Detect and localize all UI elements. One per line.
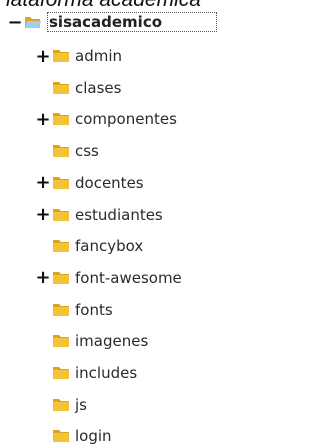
folder-icon [53, 113, 69, 126]
folder-icon [53, 208, 69, 221]
tree-node-label: componentes [75, 110, 177, 129]
folder-icon [53, 271, 69, 284]
tree-node-label: sisacademico [47, 12, 218, 32]
folder-icon [53, 398, 69, 411]
folder-icon [53, 430, 69, 443]
tree-node-estudiantes[interactable]: + estudiantes [35, 204, 163, 226]
tree-node-docentes[interactable]: + docentes [35, 172, 144, 194]
folder-icon [53, 335, 69, 348]
expand-toggle[interactable]: + [35, 267, 50, 289]
tree-node-admin[interactable]: + admin [35, 45, 122, 67]
toggle-spacer [36, 362, 50, 384]
folder-tree: − sisacademico + admin clases + componentes c… [0, 0, 280, 446]
tree-node-label: font-awesome [75, 268, 182, 287]
tree-node-label: docentes [75, 173, 144, 192]
folder-icon [53, 81, 69, 94]
toggle-spacer [36, 235, 50, 257]
folder-icon [53, 145, 69, 158]
tree-node-label: imagenes [75, 332, 149, 351]
toggle-spacer [36, 299, 50, 321]
folder-icon [53, 50, 69, 62]
tree-node-js[interactable]: js [36, 394, 87, 416]
tree-node-login[interactable]: login [36, 425, 112, 447]
toggle-spacer [36, 140, 50, 162]
toggle-spacer [36, 425, 50, 447]
toggle-spacer [36, 77, 50, 99]
expand-toggle[interactable]: + [35, 204, 50, 226]
collapse-toggle[interactable]: − [7, 11, 22, 33]
tree-node-label: estudiantes [75, 205, 163, 224]
expand-toggle[interactable]: + [35, 108, 50, 130]
toggle-spacer [36, 330, 50, 352]
toggle-spacer [36, 394, 50, 416]
folder-icon [53, 367, 69, 379]
folder-open-icon [25, 17, 41, 28]
folder-icon [53, 303, 69, 316]
tree-node-label: fancybox [75, 237, 144, 256]
tree-node-label: js [75, 395, 87, 414]
expand-toggle[interactable]: + [35, 45, 50, 67]
tree-node-label: clases [75, 78, 122, 97]
tree-node-fonts[interactable]: fonts [36, 299, 113, 321]
tree-node-css[interactable]: css [36, 140, 99, 162]
tree-node-sisacademico[interactable]: − sisacademico [7, 11, 218, 33]
expand-toggle[interactable]: + [35, 172, 50, 194]
tree-node-imagenes[interactable]: imagenes [36, 330, 148, 352]
tree-node-font-awesome[interactable]: + font-awesome [35, 267, 182, 289]
folder-icon [53, 176, 69, 189]
tree-node-label: login [75, 427, 112, 446]
tree-node-componentes[interactable]: + componentes [35, 108, 177, 130]
tree-node-fancybox[interactable]: fancybox [36, 235, 143, 257]
tree-node-includes[interactable]: includes [36, 362, 137, 384]
tree-node-clases[interactable]: clases [36, 77, 121, 99]
tree-node-label: fonts [75, 300, 113, 319]
tree-node-label: admin [75, 47, 122, 65]
tree-node-label: includes [75, 364, 138, 382]
folder-icon [53, 240, 69, 253]
tree-node-label: css [75, 142, 99, 161]
